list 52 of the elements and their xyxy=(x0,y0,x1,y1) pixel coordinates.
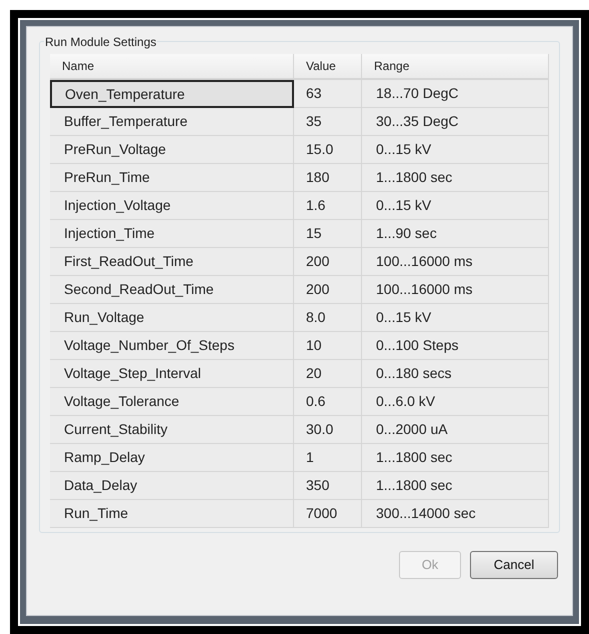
table-cell[interactable]: Injection_Time xyxy=(50,220,294,248)
table-cell: 350 xyxy=(294,472,362,500)
table-cell[interactable]: Voltage_Number_Of_Steps xyxy=(50,332,294,360)
table-cell: 300...14000 sec xyxy=(362,500,549,528)
table-cell: 1.6 xyxy=(294,192,362,220)
table-cell: 0...2000 uA xyxy=(362,416,549,444)
table-cell: 0...15 kV xyxy=(362,192,549,220)
table-cell[interactable]: Run_Voltage xyxy=(50,304,294,332)
table-cell: 20 xyxy=(294,360,362,388)
table-cell: 0...100 Steps xyxy=(362,332,549,360)
table-cell[interactable]: Run_Time xyxy=(50,500,294,528)
table-cell: 10 xyxy=(294,332,362,360)
table-cell: 1...90 sec xyxy=(362,220,549,248)
table-cell[interactable]: Voltage_Step_Interval xyxy=(50,360,294,388)
column-header[interactable]: Name xyxy=(50,54,294,80)
table-cell[interactable]: Oven_Temperature xyxy=(50,80,294,108)
table-cell[interactable]: Ramp_Delay xyxy=(50,444,294,472)
table-cell: 35 xyxy=(294,108,362,136)
table-cell: 180 xyxy=(294,164,362,192)
table-cell[interactable]: First_ReadOut_Time xyxy=(50,248,294,276)
table-cell[interactable]: Voltage_Tolerance xyxy=(50,388,294,416)
table-cell[interactable]: Second_ReadOut_Time xyxy=(50,276,294,304)
table-cell: 63 xyxy=(294,80,362,108)
table-cell: 100...16000 ms xyxy=(362,248,549,276)
table-cell: 15.0 xyxy=(294,136,362,164)
table-cell: 0.6 xyxy=(294,388,362,416)
table-cell: 0...15 kV xyxy=(362,304,549,332)
column-header[interactable]: Range xyxy=(362,54,549,80)
table-cell: 0...15 kV xyxy=(362,136,549,164)
table-cell: 1 xyxy=(294,444,362,472)
column-header[interactable]: Value xyxy=(294,54,362,80)
table-cell: 100...16000 ms xyxy=(362,276,549,304)
table-cell: 1...1800 sec xyxy=(362,472,549,500)
table-cell[interactable]: PreRun_Time xyxy=(50,164,294,192)
table-cell: 7000 xyxy=(294,500,362,528)
table-cell: 200 xyxy=(294,248,362,276)
table-cell[interactable]: Buffer_Temperature xyxy=(50,108,294,136)
table-cell: 1...1800 sec xyxy=(362,164,549,192)
table-cell[interactable]: Current_Stability xyxy=(50,416,294,444)
table-cell: 200 xyxy=(294,276,362,304)
table-cell[interactable]: PreRun_Voltage xyxy=(50,136,294,164)
table-cell[interactable]: Data_Delay xyxy=(50,472,294,500)
table-cell: 15 xyxy=(294,220,362,248)
table-cell: 8.0 xyxy=(294,304,362,332)
table-cell: 30.0 xyxy=(294,416,362,444)
dialog-button[interactable]: Cancel xyxy=(470,551,558,579)
table-cell: 0...180 secs xyxy=(362,360,549,388)
table-cell: 18...70 DegC xyxy=(362,80,549,108)
table-cell: 1...1800 sec xyxy=(362,444,549,472)
table-cell[interactable]: Injection_Voltage xyxy=(50,192,294,220)
table-cell: 0...6.0 kV xyxy=(362,388,549,416)
table-cell: 30...35 DegC xyxy=(362,108,549,136)
